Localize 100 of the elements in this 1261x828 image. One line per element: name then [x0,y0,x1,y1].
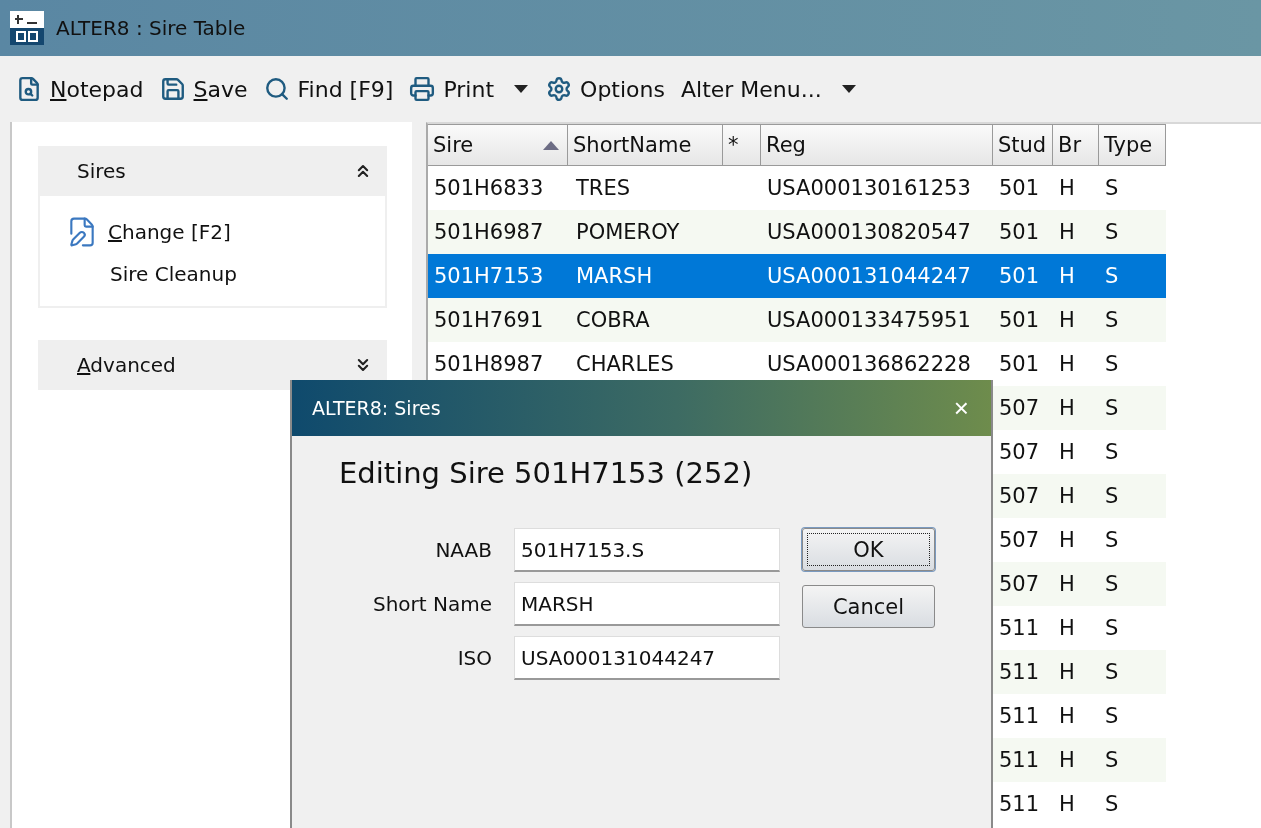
toolbar-button[interactable]: Find [F9] [261,72,404,106]
section-title: Advanced [77,353,176,377]
table-cell: S [1105,264,1119,288]
table-cell: S [1105,308,1119,332]
column-header[interactable]: Reg [761,124,993,166]
table-cell: H [1059,176,1075,200]
window-title: ALTER8 : Sire Table [56,16,246,40]
section-header[interactable]: Sires [38,146,387,196]
label-text: Notepad [50,76,144,102]
dialog-title: ALTER8: Sires [312,397,441,419]
table-cell: S [1105,748,1119,772]
table-cell: 511 [999,748,1040,772]
table-cell: 507 [999,440,1040,464]
table-cell: 501 [999,352,1040,376]
close-button[interactable]: × [949,392,973,424]
table-cell: S [1105,792,1119,816]
column-header[interactable]: Stud [993,124,1053,166]
table-cell: TRES [576,176,631,200]
toolbar-button[interactable]: Notepad [14,72,154,106]
table-row[interactable]: 501H6987 POMEROY USA000130820547 501 H S [428,210,1166,254]
table-cell: H [1059,792,1075,816]
settings-icon [546,76,573,102]
search-icon [263,76,290,102]
dialog-button[interactable]: OK [802,528,935,571]
table-cell: USA000131044247 [767,264,971,288]
table-cell: 507 [999,572,1040,596]
table-cell: USA000130820547 [767,220,971,244]
table-cell: S [1105,220,1119,244]
table-cell: S [1105,704,1119,728]
table-cell: S [1105,572,1119,596]
table-cell: 501 [999,308,1040,332]
toolbar-button[interactable]: Save [157,72,258,106]
table-cell: CHARLES [576,352,674,376]
table-cell: H [1059,396,1075,420]
field-label: NAAB [434,538,492,562]
field-label: Short Name [371,592,492,616]
input-field[interactable]: USA000131044247 [514,636,780,680]
table-cell: 501 [999,176,1040,200]
save-icon [159,76,186,102]
table-cell: S [1105,352,1119,376]
table-cell: H [1059,704,1075,728]
table-row[interactable]: 501H7691 COBRA USA000133475951 501 H S [428,298,1166,342]
printer-icon [409,76,436,102]
table-cell: S [1105,176,1119,200]
column-header[interactable]: ShortName [568,124,723,166]
table-cell: MARSH [576,264,653,288]
table-cell: H [1059,748,1075,772]
dialog-button[interactable]: Cancel [802,585,935,628]
column-header[interactable]: Sire [428,124,568,166]
input-field[interactable]: 501H7153.S [514,528,780,572]
sort-ascending-icon [543,140,559,150]
input-field[interactable]: MARSH [514,582,780,626]
table-cell: 511 [999,616,1040,640]
table-cell: H [1059,220,1075,244]
table-cell: S [1105,396,1119,420]
table-cell: 511 [999,704,1040,728]
column-header[interactable]: Type [1099,124,1166,166]
caret-icon[interactable] [514,85,529,93]
table-row[interactable]: 501H7153 MARSH USA000131044247 501 H S [428,254,1166,298]
table-cell: S [1105,440,1119,464]
table-cell: 511 [999,792,1040,816]
label-text: Find [F9] [297,76,394,102]
table-cell: 511 [999,660,1040,684]
table-cell: 507 [999,396,1040,420]
toolbar-button[interactable]: Print [407,72,505,106]
table-cell: COBRA [576,308,650,332]
table-cell: USA000136862228 [767,352,971,376]
table-cell: S [1105,616,1119,640]
field-label: ISO [456,646,492,670]
table-cell: H [1059,660,1075,684]
table-cell: 501H6833 [434,176,544,200]
dialog-heading: Editing Sire 501H7153 (252) [339,456,754,490]
table-cell: USA000133475951 [767,308,971,332]
label-text: Save [193,76,248,102]
table-cell: 501H6987 [434,220,544,244]
table-cell: H [1059,528,1075,552]
table-cell: 501H8987 [434,352,544,376]
notepad-icon [16,76,42,102]
column-header[interactable]: * [723,124,761,166]
toolbar-button[interactable]: Alter Menu... [678,72,832,106]
table-cell: 501H7691 [434,308,544,332]
table-cell: 501H7153 [434,264,544,288]
table-cell: H [1059,440,1075,464]
label-text: Alter Menu... [680,76,822,102]
table-cell: 507 [999,484,1040,508]
table-cell: H [1059,352,1075,376]
table-cell: POMEROY [576,220,680,244]
section-title: Sires [77,159,126,183]
table-cell: H [1059,616,1075,640]
label-text: Print [443,76,495,102]
caret-icon[interactable] [841,85,856,93]
label-text: Options [580,76,665,102]
table-cell: S [1105,660,1119,684]
toolbar-button[interactable]: Options [544,72,675,106]
section-header[interactable]: Advanced [38,340,387,390]
app-logo-icon [10,11,44,45]
table-cell: S [1105,528,1119,552]
column-header[interactable]: Br [1053,124,1099,166]
table-cell: 507 [999,528,1040,552]
table-cell: S [1105,484,1119,508]
